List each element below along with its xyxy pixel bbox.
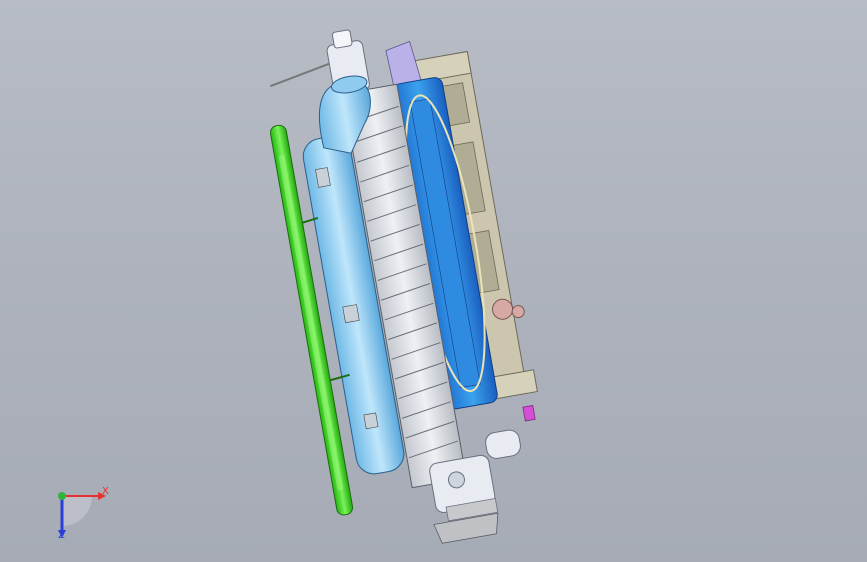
cad-model[interactable]: [0, 0, 867, 562]
z-axis-label: Z: [58, 530, 65, 541]
x-axis-label: X: [102, 486, 109, 497]
hose-fitting: [485, 429, 521, 459]
triad-quadrant-shading: [62, 496, 92, 526]
bottom-fitting[interactable]: [423, 454, 501, 544]
y-axis-dot: [58, 492, 66, 500]
graphics-viewport[interactable]: X Z: [0, 0, 867, 562]
